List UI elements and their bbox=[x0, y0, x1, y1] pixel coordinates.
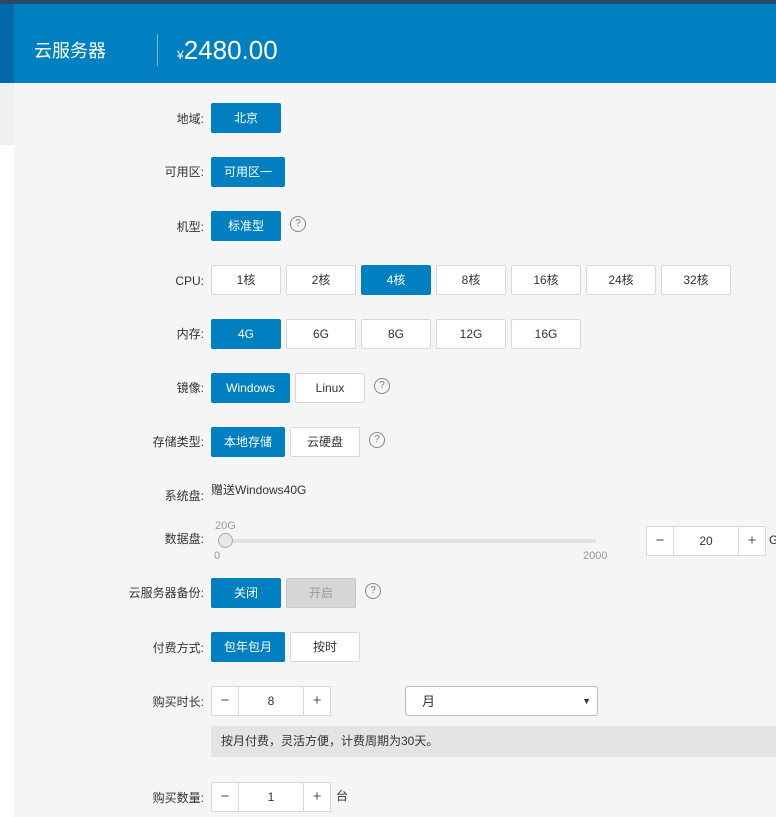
cpu-option-16[interactable]: 16核 bbox=[511, 265, 581, 295]
cpu-label: CPU: bbox=[175, 274, 204, 288]
data-disk-decrement-button[interactable]: − bbox=[647, 527, 674, 555]
quantity-input[interactable]: 1 bbox=[239, 783, 303, 811]
storage-help-icon[interactable]: ? bbox=[369, 432, 385, 448]
page-title: 云服务器 bbox=[34, 41, 106, 61]
backup-option-on[interactable]: 开启 bbox=[286, 578, 356, 608]
image-option-linux[interactable]: Linux bbox=[295, 373, 365, 403]
data-disk-size-input[interactable]: 20 bbox=[674, 527, 738, 555]
memory-label: 内存: bbox=[176, 327, 204, 341]
data-disk-increment-button[interactable]: + bbox=[738, 527, 765, 555]
billing-label: 付费方式: bbox=[152, 641, 204, 655]
memory-option-8g[interactable]: 8G bbox=[361, 319, 431, 349]
region-option-beijing[interactable]: 北京 bbox=[211, 103, 281, 133]
backup-label: 云服务器备份: bbox=[128, 586, 204, 600]
cpu-option-8[interactable]: 8核 bbox=[436, 265, 506, 295]
zone-label: 可用区: bbox=[164, 165, 204, 179]
duration-input[interactable]: 8 bbox=[239, 687, 303, 715]
type-option-standard[interactable]: 标准型 bbox=[211, 211, 281, 241]
cpu-option-24[interactable]: 24核 bbox=[586, 265, 656, 295]
billing-option-hourly[interactable]: 按时 bbox=[290, 632, 360, 662]
duration-stepper: − 8 + bbox=[211, 686, 331, 716]
price-display: ¥2480.00 bbox=[177, 36, 278, 69]
quantity-stepper: − 1 + bbox=[211, 782, 331, 812]
quantity-increment-button[interactable]: + bbox=[303, 783, 330, 811]
image-label: 镜像: bbox=[176, 381, 204, 395]
storage-option-cloud-disk[interactable]: 云硬盘 bbox=[290, 427, 360, 457]
billing-notice: 按月付费，灵活方便，计费周期为30天。 bbox=[211, 726, 776, 757]
duration-decrement-button[interactable]: − bbox=[212, 687, 239, 715]
storage-label: 存储类型: bbox=[152, 435, 204, 449]
billing-option-yearly-monthly[interactable]: 包年包月 bbox=[211, 632, 285, 662]
system-disk-label: 系统盘: bbox=[164, 489, 204, 503]
header-divider bbox=[157, 34, 158, 66]
left-edge-blue bbox=[0, 4, 14, 83]
image-option-windows[interactable]: Windows bbox=[211, 373, 290, 403]
data-disk-slider-max: 2000 bbox=[583, 550, 608, 562]
data-disk-slider-thumb[interactable] bbox=[217, 533, 233, 548]
memory-option-16g[interactable]: 16G bbox=[511, 319, 581, 349]
quantity-unit: 台 bbox=[336, 789, 349, 803]
duration-unit-value: 月 bbox=[422, 694, 436, 709]
storage-option-local[interactable]: 本地存储 bbox=[211, 427, 285, 457]
zone-option-1[interactable]: 可用区一 bbox=[211, 157, 285, 187]
type-help-icon[interactable]: ? bbox=[290, 216, 306, 232]
region-label: 地域: bbox=[176, 112, 204, 126]
header-bar: 云服务器 ¥2480.00 bbox=[14, 4, 776, 83]
backup-option-off[interactable]: 关闭 bbox=[211, 578, 281, 608]
cpu-option-32[interactable]: 32核 bbox=[661, 265, 731, 295]
data-disk-slider-min: 0 bbox=[214, 550, 221, 562]
data-disk-label: 数据盘: bbox=[164, 532, 204, 546]
data-disk-unit: G bbox=[769, 533, 776, 547]
backup-help-icon[interactable]: ? bbox=[365, 583, 381, 599]
image-help-icon[interactable]: ? bbox=[374, 378, 390, 394]
cpu-option-1[interactable]: 1核 bbox=[211, 265, 281, 295]
system-disk-value: 赠送Windows40G bbox=[211, 483, 307, 497]
quantity-label: 购买数量: bbox=[152, 791, 204, 805]
type-label: 机型: bbox=[176, 220, 204, 234]
data-disk-slider-track[interactable] bbox=[221, 539, 596, 543]
data-disk-slider-value: 20G bbox=[215, 520, 236, 532]
cpu-option-4[interactable]: 4核 bbox=[361, 265, 431, 295]
duration-label: 购买时长: bbox=[152, 695, 204, 709]
cpu-option-2[interactable]: 2核 bbox=[286, 265, 356, 295]
quantity-decrement-button[interactable]: − bbox=[212, 783, 239, 811]
price-amount: 2480.00 bbox=[183, 35, 278, 65]
duration-increment-button[interactable]: + bbox=[303, 687, 330, 715]
memory-option-12g[interactable]: 12G bbox=[436, 319, 506, 349]
memory-option-4g[interactable]: 4G bbox=[211, 319, 281, 349]
data-disk-stepper: − 20 + bbox=[646, 526, 766, 556]
duration-unit-select[interactable]: 月 ▼ bbox=[405, 686, 598, 716]
currency-symbol: ¥ bbox=[177, 48, 184, 62]
dropdown-arrow-icon: ▼ bbox=[582, 696, 591, 706]
memory-option-6g[interactable]: 6G bbox=[286, 319, 356, 349]
